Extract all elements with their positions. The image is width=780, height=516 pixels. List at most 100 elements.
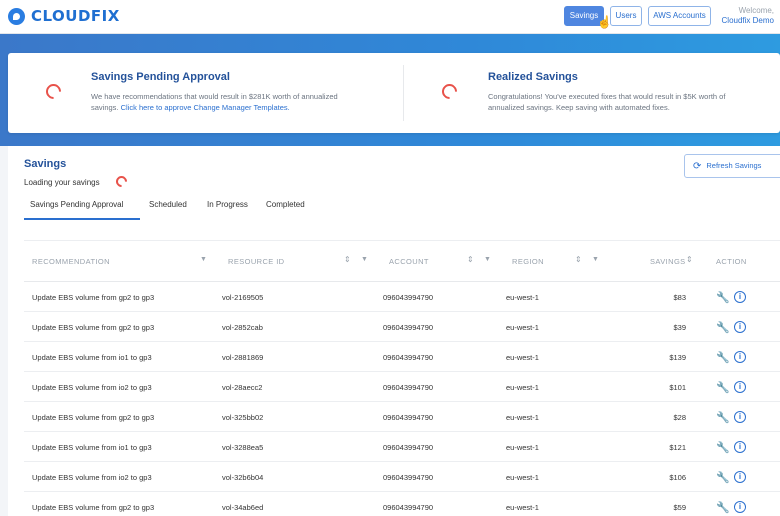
- wrench-fix-icon[interactable]: 🔧: [716, 351, 730, 364]
- cell-account: 096043994790: [383, 473, 434, 482]
- cell-savings: $83: [673, 293, 686, 302]
- cell-savings: $59: [673, 503, 686, 512]
- loading-text: Loading your savings: [24, 178, 100, 187]
- filter-funnel-icon[interactable]: ▼: [592, 256, 599, 263]
- info-circle-icon[interactable]: i: [734, 321, 746, 333]
- info-circle-icon[interactable]: i: [734, 381, 746, 393]
- refresh-savings-button[interactable]: ⟳ Refresh Savings: [684, 154, 780, 178]
- table-row[interactable]: Update EBS volume from io2 to gp3 vol-28…: [24, 372, 780, 402]
- table-row[interactable]: Update EBS volume from gp2 to gp3 vol-28…: [24, 312, 780, 342]
- loading-spinner-icon: [42, 80, 65, 103]
- cell-region: eu-west-1: [506, 443, 539, 452]
- info-circle-icon[interactable]: i: [734, 501, 746, 513]
- cell-resource-id: vol-325bb02: [222, 413, 264, 422]
- sort-arrows-icon[interactable]: ⇕: [467, 255, 474, 264]
- nav-users-button[interactable]: Users: [610, 6, 642, 26]
- top-header: CLOUDFIX Savings Users AWS Accounts Welc…: [0, 0, 780, 34]
- col-action: ACTION: [716, 257, 747, 266]
- cell-resource-id: vol-2881869: [222, 353, 264, 362]
- cell-savings: $28: [673, 413, 686, 422]
- cell-region: eu-west-1: [506, 473, 539, 482]
- col-account[interactable]: ACCOUNT: [389, 257, 429, 266]
- savings-title: Savings: [24, 158, 67, 170]
- col-region[interactable]: REGION: [512, 257, 544, 266]
- tab-completed[interactable]: Completed: [266, 200, 305, 220]
- tab-in-progress[interactable]: In Progress: [207, 200, 248, 220]
- pending-approval-title: Savings Pending Approval: [91, 71, 230, 83]
- filter-funnel-icon[interactable]: ▼: [200, 256, 207, 263]
- nav-aws-accounts-button[interactable]: AWS Accounts: [648, 6, 711, 26]
- cell-region: eu-west-1: [506, 353, 539, 362]
- savings-panel: Savings Loading your savings ⟳ Refresh Sa…: [8, 146, 780, 516]
- info-circle-icon[interactable]: i: [734, 351, 746, 363]
- savings-table: RECOMMENDATION ▼ RESOURCE ID ⇕ ▼ ACCOUNT…: [24, 240, 780, 516]
- cell-resource-id: vol-3288ea5: [222, 443, 264, 452]
- table-row[interactable]: Update EBS volume from gp2 to gp3 vol-32…: [24, 402, 780, 432]
- pending-approval-description: We have recommendations that would resul…: [91, 91, 361, 113]
- cell-savings: $139: [669, 353, 686, 362]
- filter-funnel-icon[interactable]: ▼: [361, 256, 368, 263]
- refresh-label: Refresh Savings: [706, 161, 762, 170]
- wrench-fix-icon[interactable]: 🔧: [716, 441, 730, 454]
- wrench-fix-icon[interactable]: 🔧: [716, 291, 730, 304]
- info-circle-icon[interactable]: i: [734, 441, 746, 453]
- cell-resource-id: vol-28aecc2: [222, 383, 263, 392]
- approve-templates-link[interactable]: Click here to approve Change Manager Tem…: [121, 103, 290, 112]
- cell-region: eu-west-1: [506, 413, 539, 422]
- cell-resource-id: vol-34ab6ed: [222, 503, 264, 512]
- cell-savings: $106: [669, 473, 686, 482]
- cell-resource-id: vol-2852cab: [222, 323, 263, 332]
- info-circle-icon[interactable]: i: [734, 471, 746, 483]
- loading-spinner-icon: [438, 80, 461, 103]
- loading-spinner-icon: [113, 173, 130, 190]
- cell-account: 096043994790: [383, 443, 434, 452]
- tab-savings-pending-approval[interactable]: Savings Pending Approval: [24, 200, 140, 220]
- cell-recommendation: Update EBS volume from gp2 to gp3: [32, 293, 155, 302]
- cell-resource-id: vol-32b6b04: [222, 473, 264, 482]
- wrench-fix-icon[interactable]: 🔧: [716, 501, 730, 514]
- cell-region: eu-west-1: [506, 293, 539, 302]
- cell-region: eu-west-1: [506, 503, 539, 512]
- table-row[interactable]: Update EBS volume from io1 to gp3 vol-28…: [24, 342, 780, 372]
- refresh-icon: ⟳: [693, 161, 702, 172]
- table-header: RECOMMENDATION ▼ RESOURCE ID ⇕ ▼ ACCOUNT…: [24, 240, 780, 282]
- cloudfix-logo-icon: [8, 7, 25, 25]
- filter-funnel-icon[interactable]: ▼: [484, 256, 491, 263]
- cell-recommendation: Update EBS volume from io2 to gp3: [32, 473, 152, 482]
- cell-region: eu-west-1: [506, 383, 539, 392]
- cell-recommendation: Update EBS volume from gp2 to gp3: [32, 323, 155, 332]
- cell-recommendation: Update EBS volume from gp2 to gp3: [32, 503, 155, 512]
- table-row[interactable]: Update EBS volume from io1 to gp3 vol-32…: [24, 432, 780, 462]
- summary-divider: [403, 65, 404, 121]
- cell-savings: $39: [673, 323, 686, 332]
- cell-savings: $101: [669, 383, 686, 392]
- table-row[interactable]: Update EBS volume from gp2 to gp3 vol-21…: [24, 282, 780, 312]
- cell-recommendation: Update EBS volume from io1 to gp3: [32, 353, 152, 362]
- brand-name: CLOUDFIX: [31, 7, 120, 25]
- tab-scheduled[interactable]: Scheduled: [149, 200, 187, 220]
- brand-logo[interactable]: CLOUDFIX: [8, 7, 120, 25]
- cell-account: 096043994790: [383, 353, 434, 362]
- info-circle-icon[interactable]: i: [734, 291, 746, 303]
- wrench-fix-icon[interactable]: 🔧: [716, 411, 730, 424]
- cell-savings: $121: [669, 443, 686, 452]
- savings-summary-card: Savings Pending Approval We have recomme…: [8, 53, 780, 133]
- sort-arrows-icon[interactable]: ⇕: [344, 255, 351, 264]
- col-resource-id[interactable]: RESOURCE ID: [228, 257, 285, 266]
- wrench-fix-icon[interactable]: 🔧: [716, 321, 730, 334]
- col-recommendation[interactable]: RECOMMENDATION: [32, 257, 110, 266]
- wrench-fix-icon[interactable]: 🔧: [716, 381, 730, 394]
- info-circle-icon[interactable]: i: [734, 411, 746, 423]
- sort-arrows-icon[interactable]: ⇕: [686, 255, 693, 264]
- user-name-link[interactable]: Cloudfix Demo: [722, 16, 774, 26]
- col-savings[interactable]: SAVINGS: [650, 257, 686, 266]
- table-row[interactable]: Update EBS volume from io2 to gp3 vol-32…: [24, 462, 780, 492]
- cell-account: 096043994790: [383, 293, 434, 302]
- cell-recommendation: Update EBS volume from gp2 to gp3: [32, 413, 155, 422]
- sort-arrows-icon[interactable]: ⇕: [575, 255, 582, 264]
- table-row[interactable]: Update EBS volume from gp2 to gp3 vol-34…: [24, 492, 780, 516]
- hand-pointer-icon: ☝: [597, 15, 612, 29]
- realized-savings-title: Realized Savings: [488, 71, 578, 83]
- wrench-fix-icon[interactable]: 🔧: [716, 471, 730, 484]
- cell-recommendation: Update EBS volume from io1 to gp3: [32, 443, 152, 452]
